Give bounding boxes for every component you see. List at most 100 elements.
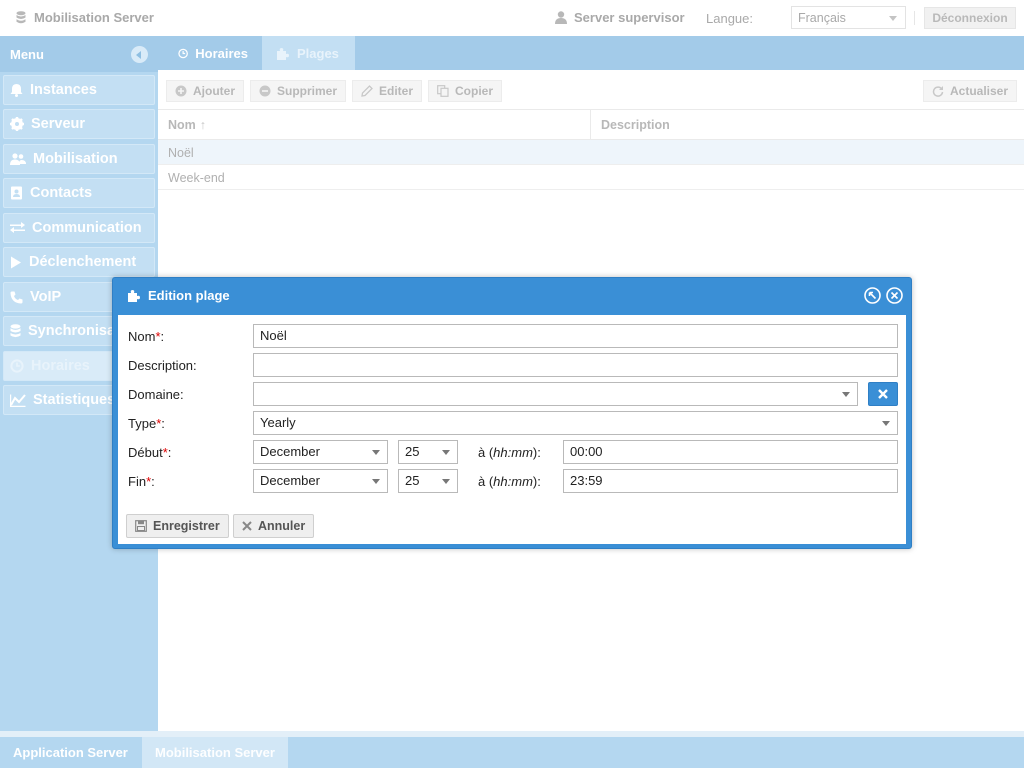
label-text: à ( [478, 474, 494, 489]
start-time-label: à (hh:mm): [478, 445, 541, 460]
chevron-down-icon [842, 392, 850, 397]
bottom-tab-application-server[interactable]: Application Server [0, 737, 141, 768]
current-user[interactable]: Server supervisor [555, 10, 685, 25]
end-label: Fin*: [128, 474, 155, 489]
plages-grid: Nom ↑ Description Noël Week-end [158, 110, 1024, 190]
cancel-button[interactable]: Annuler [233, 514, 315, 538]
column-header-description[interactable]: Description [601, 118, 670, 132]
type-select[interactable]: Yearly [253, 411, 898, 435]
dialog-body: Nom*: Noël Description: Domaine: Type*: … [118, 315, 906, 544]
start-label: Début*: [128, 445, 172, 460]
add-button[interactable]: Ajouter [166, 80, 244, 102]
tab-horaires[interactable]: Horaires [164, 36, 262, 70]
column-header-nom[interactable]: Nom ↑ [168, 118, 206, 132]
copy-label: Copier [455, 84, 494, 98]
edit-button[interactable]: Editer [352, 80, 423, 102]
label-text: Nom [128, 329, 156, 344]
name-label: Nom*: [128, 329, 165, 344]
required-marker: * [162, 445, 168, 460]
sidebar-item-label: Mobilisation [33, 151, 118, 167]
logout-button[interactable]: Déconnexion [924, 7, 1016, 29]
toolbar: Ajouter Supprimer Editer Copier Actualis… [158, 70, 1024, 110]
cell-name: Week-end [168, 171, 225, 185]
close-icon [242, 521, 252, 531]
maximize-icon[interactable] [864, 287, 881, 304]
database-icon [10, 324, 21, 338]
end-month-select[interactable]: December [253, 469, 388, 493]
dialog-title: Edition plage [148, 288, 230, 303]
edit-plage-dialog: Edition plage Nom*: Noël Description: Do… [112, 277, 912, 549]
start-time-field[interactable]: 00:00 [563, 440, 898, 464]
language-select[interactable]: Français [791, 6, 906, 29]
name-value: Noël [260, 328, 287, 343]
puzzle-icon [277, 47, 289, 60]
user-icon [555, 11, 567, 24]
users-icon [10, 152, 26, 165]
sidebar-title: Menu [10, 47, 44, 62]
dialog-controls [864, 287, 903, 304]
time-format-text: hh:mm [493, 474, 533, 489]
chevron-down-icon [889, 16, 897, 21]
sidebar-item-communication[interactable]: Communication [3, 213, 155, 243]
puzzle-icon [128, 290, 140, 302]
pencil-icon [361, 85, 373, 97]
end-time-field[interactable]: 23:59 [563, 469, 898, 493]
delete-button[interactable]: Supprimer [250, 80, 347, 102]
chevron-down-icon [442, 479, 450, 484]
bottom-tab-bar: Application Server Mobilisation Server [0, 731, 1024, 768]
sidebar-item-label: Statistiques [33, 392, 116, 408]
label-text: Début [128, 445, 163, 460]
description-label: Description: [128, 358, 197, 373]
sidebar-item-serveur[interactable]: Serveur [3, 109, 155, 139]
sidebar-item-instances[interactable]: Instances [3, 75, 155, 105]
label-text: à ( [478, 445, 494, 460]
sidebar-item-declenchement[interactable]: Déclenchement [3, 247, 155, 277]
tab-label: Plages [297, 45, 339, 61]
save-button[interactable]: Enregistrer [126, 514, 229, 538]
sidebar-item-label: Horaires [31, 358, 90, 374]
chevron-down-icon [372, 450, 380, 455]
label-text: Type [128, 416, 157, 431]
refresh-button[interactable]: Actualiser [923, 80, 1018, 102]
table-row[interactable]: Noël [158, 140, 1024, 165]
start-time-value: 00:00 [570, 444, 603, 459]
domain-label: Domaine: [128, 387, 184, 402]
collapse-icon[interactable] [131, 46, 148, 63]
start-day-select[interactable]: 25 [398, 440, 458, 464]
time-format-text: hh:mm [493, 445, 533, 460]
tab-plages[interactable]: Plages [262, 36, 355, 70]
play-icon [11, 256, 21, 268]
refresh-icon [932, 86, 944, 97]
minus-circle-icon [259, 85, 271, 97]
sidebar-header: Menu [0, 36, 158, 72]
table-row[interactable]: Week-end [158, 165, 1024, 190]
copy-icon [437, 85, 449, 97]
close-icon[interactable] [886, 287, 903, 304]
chevron-down-icon [442, 450, 450, 455]
domain-select[interactable] [253, 382, 858, 406]
sidebar-item-label: VoIP [30, 289, 62, 305]
sidebar-item-label: Communication [32, 220, 142, 236]
language-label: Langue: [706, 11, 753, 26]
plus-circle-icon [175, 85, 187, 97]
exchange-icon [10, 222, 25, 233]
dialog-title-bar[interactable]: Edition plage [127, 288, 230, 303]
start-month-value: December [260, 444, 320, 459]
chart-line-icon [10, 393, 26, 407]
edit-label: Editer [379, 84, 414, 98]
clock-icon [178, 48, 188, 58]
description-field[interactable] [253, 353, 898, 377]
column-divider[interactable] [590, 110, 591, 140]
name-field[interactable]: Noël [253, 324, 898, 348]
clear-domain-button[interactable] [868, 382, 898, 406]
bottom-tab-mobilisation-server[interactable]: Mobilisation Server [142, 737, 288, 768]
end-day-select[interactable]: 25 [398, 469, 458, 493]
address-book-icon [11, 186, 22, 200]
tab-label: Horaires [195, 45, 248, 61]
start-month-select[interactable]: December [253, 440, 388, 464]
sidebar-item-mobilisation[interactable]: Mobilisation [3, 144, 155, 174]
sidebar-item-contacts[interactable]: Contacts [3, 178, 155, 208]
copy-button[interactable]: Copier [428, 80, 503, 102]
cell-name: Noël [168, 146, 194, 160]
header-divider [914, 11, 915, 25]
